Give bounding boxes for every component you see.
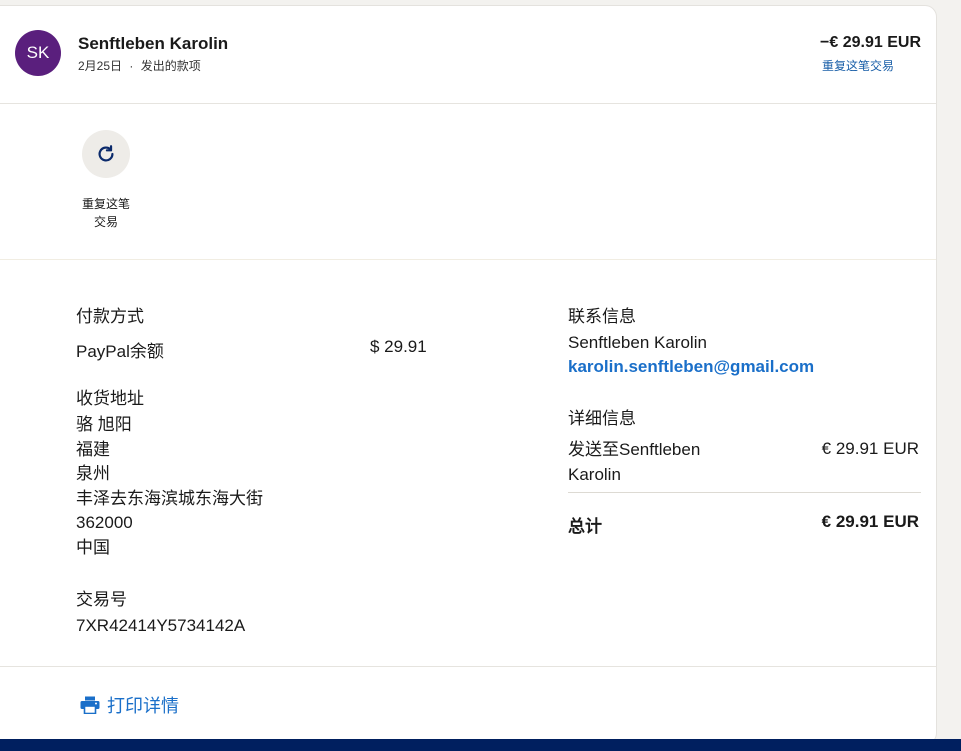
transaction-amount: −€ 29.91 EUR [820,34,921,51]
detail-info-title: 详细信息 [568,409,636,428]
total-label: 总计 [568,517,602,536]
avatar: SK [15,30,61,76]
total-amount: € 29.91 EUR [821,512,919,531]
total-divider [568,492,921,493]
transaction-subtitle: 2月25日 · 发出的款项 [78,57,201,74]
footer-bar [0,739,961,751]
sent-to-line1: 发送至Senftleben [568,440,701,459]
avatar-initials: SK [26,43,50,62]
transaction-date: 2月25日 [78,59,123,73]
repeat-label-line2: 交易 [93,215,118,229]
transaction-type: 发出的款项 [140,59,201,73]
sent-to-line2: Karolin [568,464,621,484]
subtitle-separator: · [129,59,134,73]
print-details-link[interactable]: 打印详情 [80,692,179,718]
details-section: 付款方式 PayPal余额 $ 29.91 收货地址 骆 旭阳 福建 泉州 丰泽… [0,260,936,667]
address-line: 泉州 [76,464,110,483]
shipping-address: 骆 旭阳 福建 泉州 丰泽去东海滨城东海大街 362000 中国 [76,413,263,560]
repeat-transaction-label: 重复这笔 交易 [71,195,141,231]
sent-amount: € 29.91 EUR [821,439,919,458]
sent-to-label: 发送至Senftleben Karolin [568,438,700,487]
contact-info-title: 联系信息 [568,307,636,326]
payment-amount: $ 29.91 [370,337,427,356]
address-line: 中国 [76,537,110,557]
address-line: 丰泽去东海滨城东海大街 [76,488,263,508]
address-line: 福建 [76,439,110,459]
transaction-id: 7XR42414Y5734142A [76,616,246,635]
repeat-label-line1: 重复这笔 [81,197,130,211]
refresh-icon [98,145,114,162]
recipient-name: Senftleben Karolin [78,34,229,53]
repeat-transaction-link[interactable]: 重复这笔交易 [822,57,894,74]
repeat-transaction-button[interactable] [82,130,130,178]
shipping-address-title: 收货地址 [76,389,144,408]
payment-method-value: PayPal余额 [76,342,164,361]
transaction-id-title: 交易号 [76,590,127,609]
print-details-label: 打印详情 [107,696,179,716]
address-line: 骆 旭阳 [76,415,132,434]
address-line: 362000 [76,513,133,532]
transaction-header: SK Senftleben Karolin 2月25日 · 发出的款项 −€ 2… [0,6,936,104]
payment-method-title: 付款方式 [76,307,144,326]
contact-name: Senftleben Karolin [568,333,707,352]
printer-icon [80,696,100,714]
action-section: 重复这笔 交易 [0,103,936,260]
transaction-card: SK Senftleben Karolin 2月25日 · 发出的款项 −€ 2… [0,5,937,745]
contact-email-link[interactable]: karolin.senftleben@gmail.com [568,357,814,377]
